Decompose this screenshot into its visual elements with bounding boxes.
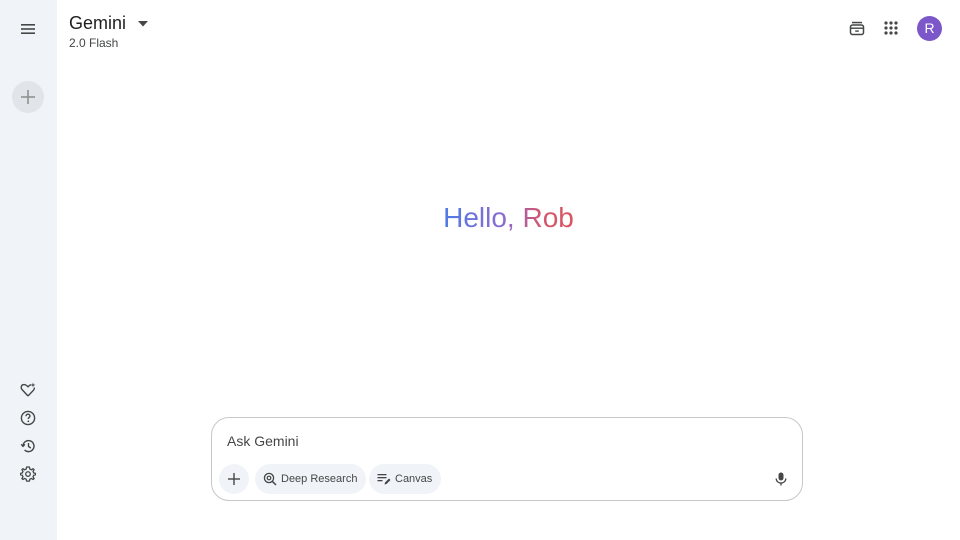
canvas-icon	[377, 472, 391, 486]
help-icon	[20, 410, 36, 426]
deep-research-chip[interactable]: Deep Research	[255, 464, 367, 494]
deep-research-icon	[263, 472, 277, 486]
upgrade-icon	[849, 21, 865, 36]
model-version: 2.0 Flash	[69, 36, 119, 50]
microphone-button[interactable]	[770, 468, 792, 490]
history-icon	[20, 439, 35, 453]
apps-grid-icon	[884, 21, 898, 35]
chevron-down-icon	[138, 14, 149, 32]
canvas-label: Canvas	[395, 473, 433, 485]
top-right-actions: R	[843, 14, 942, 42]
new-chat-button[interactable]	[12, 81, 44, 113]
greeting-text: Hello, Rob	[443, 202, 574, 233]
microphone-icon	[775, 472, 787, 486]
greeting: Hello, Rob	[57, 198, 960, 238]
model-name: Gemini	[69, 13, 127, 33]
app-root: Gemini 2.0 Flash R Hello, Rob Ask Gemini…	[0, 0, 960, 540]
prompt-input[interactable]	[227, 430, 767, 452]
deep-research-label: Deep Research	[281, 473, 358, 485]
add-attachment-button[interactable]	[219, 464, 249, 494]
apps-button[interactable]	[877, 14, 905, 42]
gem-icon	[20, 382, 36, 397]
menu-icon	[21, 24, 35, 34]
settings-icon	[20, 466, 36, 482]
upgrade-button[interactable]	[843, 14, 871, 42]
sidebar	[0, 0, 57, 540]
settings-button[interactable]	[12, 458, 44, 490]
canvas-chip[interactable]: Canvas	[369, 464, 442, 494]
avatar[interactable]: R	[917, 15, 942, 41]
plus-icon	[21, 90, 35, 104]
prompt-composer: Deep Research Canvas	[211, 417, 803, 501]
model-switcher[interactable]: Gemini 2.0 Flash	[69, 12, 149, 50]
menu-button[interactable]	[12, 13, 44, 45]
plus-icon	[228, 473, 240, 485]
